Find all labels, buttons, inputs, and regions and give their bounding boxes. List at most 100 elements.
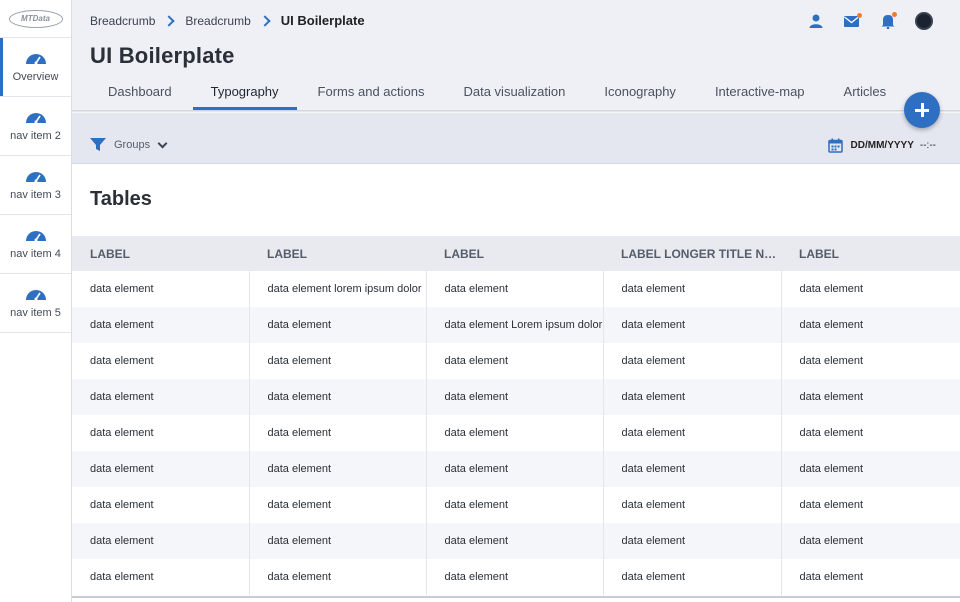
sidebar-item-overview[interactable]: Overview bbox=[0, 38, 71, 97]
table-cell: data element bbox=[426, 487, 604, 523]
sidebar-item-nav-2[interactable]: nav item 2 bbox=[0, 97, 71, 156]
dashboard-gauge-icon bbox=[25, 54, 46, 65]
tab-forms-and-actions[interactable]: Forms and actions bbox=[300, 76, 443, 110]
table-cell: data element bbox=[72, 307, 250, 343]
table-cell: data element bbox=[72, 343, 250, 379]
header-actions bbox=[798, 10, 942, 32]
tab-interactive-map[interactable]: Interactive-map bbox=[697, 76, 823, 110]
table-cell: data element lorem ipsum dolor bbox=[249, 271, 427, 307]
table-cell: data element bbox=[603, 559, 782, 595]
table-cell: data element bbox=[72, 415, 250, 451]
table-bottom-border bbox=[72, 596, 960, 598]
table-cell: data element bbox=[781, 307, 960, 343]
table-cell: data element bbox=[603, 415, 782, 451]
table-cell: data element bbox=[249, 523, 427, 559]
table-row[interactable]: data element data element data element data… bbox=[72, 415, 960, 451]
table-cell: data element bbox=[249, 307, 427, 343]
sidebar-item-label: nav item 4 bbox=[10, 248, 61, 260]
sidebar-item-label: nav item 3 bbox=[10, 189, 61, 201]
sidebar-item-label: nav item 2 bbox=[10, 130, 61, 142]
table-cell: data element bbox=[781, 415, 960, 451]
page-title: UI Boilerplate bbox=[90, 43, 235, 68]
bell-icon[interactable] bbox=[870, 10, 906, 32]
tab-iconography[interactable]: Iconography bbox=[586, 76, 694, 110]
tab-data-visualization[interactable]: Data visualization bbox=[445, 76, 583, 110]
breadcrumb-link[interactable]: Breadcrumb bbox=[90, 14, 155, 28]
table-cell: data element bbox=[781, 559, 960, 595]
table-cell: data element bbox=[603, 307, 782, 343]
avatar-button[interactable] bbox=[906, 10, 942, 32]
chevron-down-icon bbox=[157, 138, 168, 148]
table-cell: data element bbox=[72, 523, 250, 559]
dashboard-gauge-icon bbox=[25, 231, 46, 242]
sidebar-item-label: Overview bbox=[12, 71, 59, 83]
table-cell: data element bbox=[72, 451, 250, 487]
table-row[interactable]: data element data element data element data… bbox=[72, 379, 960, 415]
tab-dashboard[interactable]: Dashboard bbox=[90, 76, 190, 110]
logo[interactable]: MTData bbox=[8, 9, 63, 28]
main-content: Tables LABEL LABEL LABEL LABEL LONGER TI… bbox=[72, 164, 960, 602]
add-button[interactable] bbox=[904, 92, 940, 128]
date-field[interactable]: DD/MM/YYYY bbox=[851, 140, 914, 151]
tab-typography[interactable]: Typography bbox=[192, 76, 297, 110]
table-row[interactable]: data element data element data element data… bbox=[72, 487, 960, 523]
sidebar-item-nav-5[interactable]: nav item 5 bbox=[0, 274, 71, 333]
table-row[interactable]: data element data element data element data… bbox=[72, 523, 960, 559]
section-title: Tables bbox=[90, 188, 152, 210]
groups-label: Groups bbox=[114, 139, 151, 151]
table-cell: data element bbox=[781, 343, 960, 379]
table-cell: data element bbox=[249, 559, 427, 595]
table-cell: data element bbox=[426, 415, 604, 451]
column-header[interactable]: LABEL bbox=[781, 236, 960, 271]
table-cell: data element bbox=[426, 379, 604, 415]
avatar bbox=[915, 12, 933, 30]
sidebar-item-label: nav item 5 bbox=[10, 307, 61, 319]
table-row[interactable]: data element data element lorem ipsum dol… bbox=[72, 271, 960, 307]
time-field[interactable]: --:-- bbox=[920, 140, 936, 151]
table-cell: data element bbox=[72, 559, 250, 595]
sidebar: MTData Overview nav item 2 nav item 3 na… bbox=[0, 0, 72, 602]
sidebar-item-nav-4[interactable]: nav item 4 bbox=[0, 215, 71, 274]
table-cell: data element Lorem ipsum dolor bbox=[426, 307, 604, 343]
user-icon[interactable] bbox=[798, 10, 834, 32]
table-cell: data element bbox=[426, 343, 604, 379]
table-row[interactable]: data element data element data element data… bbox=[72, 343, 960, 379]
groups-filter-dropdown[interactable]: Groups bbox=[90, 138, 168, 152]
column-header[interactable]: LABEL LONGER TITLE NAME bbox=[603, 236, 781, 271]
table-cell: data element bbox=[603, 379, 782, 415]
table-header-row: LABEL LABEL LABEL LABEL LONGER TITLE NAM… bbox=[72, 236, 960, 271]
notification-badge bbox=[892, 12, 897, 17]
table-cell: data element bbox=[426, 559, 604, 595]
breadcrumb-link[interactable]: Breadcrumb bbox=[185, 14, 250, 28]
column-header[interactable]: LABEL bbox=[426, 236, 603, 271]
table-cell: data element bbox=[426, 271, 604, 307]
tab-articles[interactable]: Articles bbox=[826, 76, 905, 110]
table-cell: data element bbox=[426, 523, 604, 559]
calendar-icon bbox=[827, 138, 843, 153]
table-cell: data element bbox=[249, 487, 427, 523]
table-cell: data element bbox=[781, 379, 960, 415]
table-cell: data element bbox=[249, 415, 427, 451]
chevron-right-icon bbox=[163, 14, 176, 27]
table-cell: data element bbox=[603, 271, 782, 307]
date-time-picker[interactable]: DD/MM/YYYY --:-- bbox=[827, 138, 936, 153]
table-cell: data element bbox=[426, 451, 604, 487]
table-cell: data element bbox=[781, 523, 960, 559]
table-cell: data element bbox=[249, 379, 427, 415]
column-header[interactable]: LABEL bbox=[249, 236, 426, 271]
sidebar-item-nav-3[interactable]: nav item 3 bbox=[0, 156, 71, 215]
table-row[interactable]: data element data element data element Lor… bbox=[72, 307, 960, 343]
page-header: Breadcrumb Breadcrumb UI Boilerplate UI … bbox=[72, 0, 960, 110]
column-header[interactable]: LABEL bbox=[72, 236, 249, 271]
data-table: LABEL LABEL LABEL LABEL LONGER TITLE NAM… bbox=[72, 236, 960, 595]
breadcrumb: Breadcrumb Breadcrumb UI Boilerplate bbox=[90, 13, 365, 28]
table-row[interactable]: data element data element data element data… bbox=[72, 559, 960, 595]
table-cell: data element bbox=[603, 487, 782, 523]
table-cell: data element bbox=[781, 271, 960, 307]
mail-icon[interactable] bbox=[834, 10, 870, 32]
table-row[interactable]: data element data element data element data… bbox=[72, 451, 960, 487]
tab-bar: Dashboard Typography Forms and actions D… bbox=[90, 76, 907, 110]
dashboard-gauge-icon bbox=[25, 172, 46, 183]
table-cell: data element bbox=[72, 379, 250, 415]
table-cell: data element bbox=[603, 451, 782, 487]
